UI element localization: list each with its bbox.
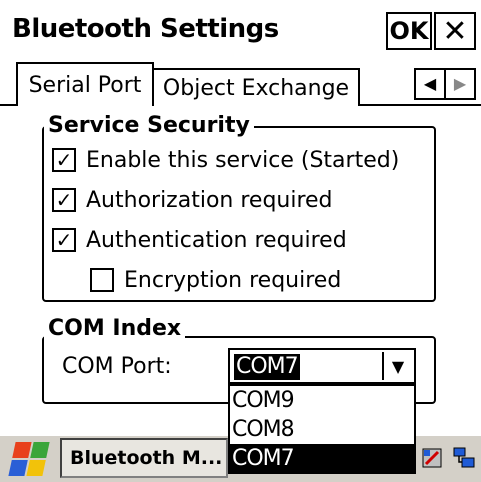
checkbox-label: Authorization required xyxy=(86,187,333,213)
scroll-left-icon[interactable]: ◀ xyxy=(416,70,444,98)
empty-checkbox-icon xyxy=(90,268,114,292)
com-port-label: COM Port: xyxy=(62,354,172,379)
scroll-right-icon[interactable]: ▶ xyxy=(444,70,474,98)
close-button[interactable]: ✕ xyxy=(434,12,476,50)
checkbox-label: Enable this service (Started) xyxy=(86,147,400,173)
window-title: Bluetooth Settings xyxy=(12,14,279,44)
tab-serial-port[interactable]: Serial Port xyxy=(16,62,154,108)
com-port-select[interactable]: COM7 ▼ xyxy=(228,348,416,384)
service-security-legend: Service Security xyxy=(44,113,254,139)
close-icon: ✕ xyxy=(442,13,468,49)
tab-label: Object Exchange xyxy=(162,75,350,101)
checkbox-label: Authentication required xyxy=(86,227,347,253)
tab-scroll-arrows: ◀ ▶ xyxy=(414,68,476,100)
checkbox-label: Encryption required xyxy=(124,267,342,293)
dropdown-arrow-icon[interactable]: ▼ xyxy=(382,352,412,380)
checkmark-icon: ✓ xyxy=(52,228,76,252)
com-port-dropdown-list: COM9 COM8 COM7 xyxy=(228,384,416,474)
authorization-checkbox[interactable]: ✓ Authorization required xyxy=(52,184,333,216)
com-port-selected-value: COM7 xyxy=(234,354,300,380)
tray-flag-icon[interactable] xyxy=(420,446,444,470)
checkmark-icon: ✓ xyxy=(52,148,76,172)
dropdown-option-com9[interactable]: COM9 xyxy=(230,386,414,415)
checkmark-icon: ✓ xyxy=(52,188,76,212)
title-bar: Bluetooth Settings OK ✕ xyxy=(0,0,481,58)
tab-label: Serial Port xyxy=(28,72,142,98)
dropdown-option-com7[interactable]: COM7 xyxy=(230,444,414,473)
enable-service-checkbox[interactable]: ✓ Enable this service (Started) xyxy=(52,144,399,176)
dropdown-option-com8[interactable]: COM8 xyxy=(230,415,414,444)
tray-network-icon[interactable] xyxy=(452,446,476,470)
windows-start-icon[interactable] xyxy=(8,442,50,476)
authentication-checkbox[interactable]: ✓ Authentication required xyxy=(52,224,347,256)
encryption-checkbox[interactable]: Encryption required xyxy=(90,264,341,296)
com-index-legend: COM Index xyxy=(44,316,186,342)
tab-object-exchange[interactable]: Object Exchange xyxy=(152,68,360,106)
taskbar-item-bluetooth[interactable]: Bluetooth M... xyxy=(60,438,228,478)
ok-button[interactable]: OK xyxy=(386,12,432,50)
